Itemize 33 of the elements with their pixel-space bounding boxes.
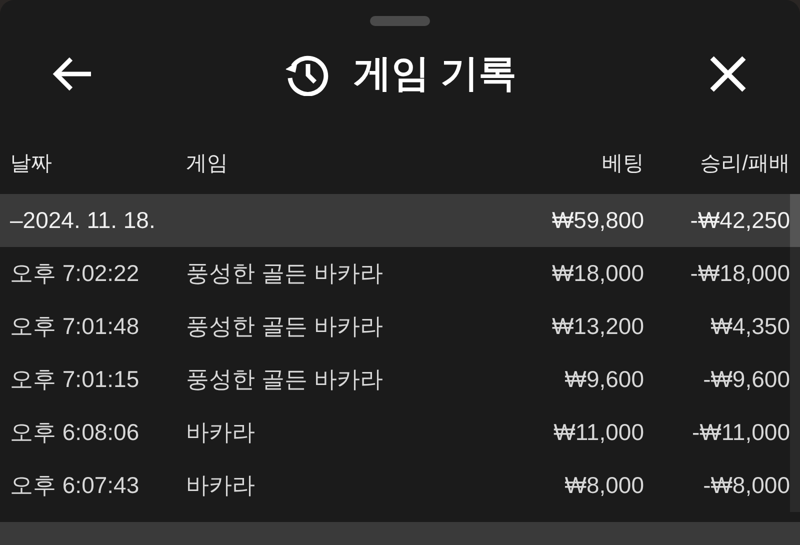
date-group-row[interactable]: –2024. 11. 18. ₩59,800 -₩42,250 xyxy=(0,194,790,247)
table-cell-text: 바카라 xyxy=(186,418,256,448)
header-title: 게임 기록 xyxy=(354,52,516,96)
table-cell-text: 오후 6:08:06 xyxy=(10,418,140,448)
table-cell-text: 풍성한 골든 바카라 xyxy=(186,312,384,342)
drag-handle[interactable] xyxy=(370,16,430,26)
table-cell-text: ₩8,000 xyxy=(564,471,645,500)
table-cell-text: ₩9,600 xyxy=(564,365,645,394)
table-cell-text: 오후 7:01:48 xyxy=(10,312,140,342)
column-header: 게임 xyxy=(186,151,228,178)
table-cell-text: -₩42,250 xyxy=(690,206,790,236)
column-header: 날짜 xyxy=(10,151,52,178)
close-icon xyxy=(709,55,747,93)
table-cell-text: ₩4,350 xyxy=(710,312,790,342)
table-cell-text: -₩9,600 xyxy=(703,365,790,394)
table-cell-text: ₩11,000 xyxy=(554,418,645,448)
back-arrow-icon xyxy=(51,55,93,93)
column-header: 베팅 xyxy=(602,151,645,178)
table-cell-text: 오후 7:02:22 xyxy=(10,259,140,288)
column-header: 승리/패배 xyxy=(700,151,790,178)
table-cell-text: 풍성한 골든 바카라 xyxy=(186,365,384,394)
table-cell-text: ₩18,000 xyxy=(552,259,645,288)
date-group-label: –2024. 11. 18. xyxy=(10,206,156,236)
table-cell-text: 오후 7:01:15 xyxy=(10,365,140,394)
table-cell-text: ₩13,200 xyxy=(552,312,645,342)
table-cell-text: -₩11,000 xyxy=(692,418,790,448)
scrollbar[interactable] xyxy=(790,194,800,512)
table-cell-text: -₩18,000 xyxy=(690,259,790,288)
table-cell-text: ₩59,800 xyxy=(552,206,645,236)
table-cell-text: 오후 6:07:43 xyxy=(10,471,140,500)
table-cell-text: -₩8,000 xyxy=(703,471,790,500)
table-cell-text: 풍성한 골든 바카라 xyxy=(186,259,384,288)
table-cell-text: 바카라 xyxy=(186,471,256,500)
